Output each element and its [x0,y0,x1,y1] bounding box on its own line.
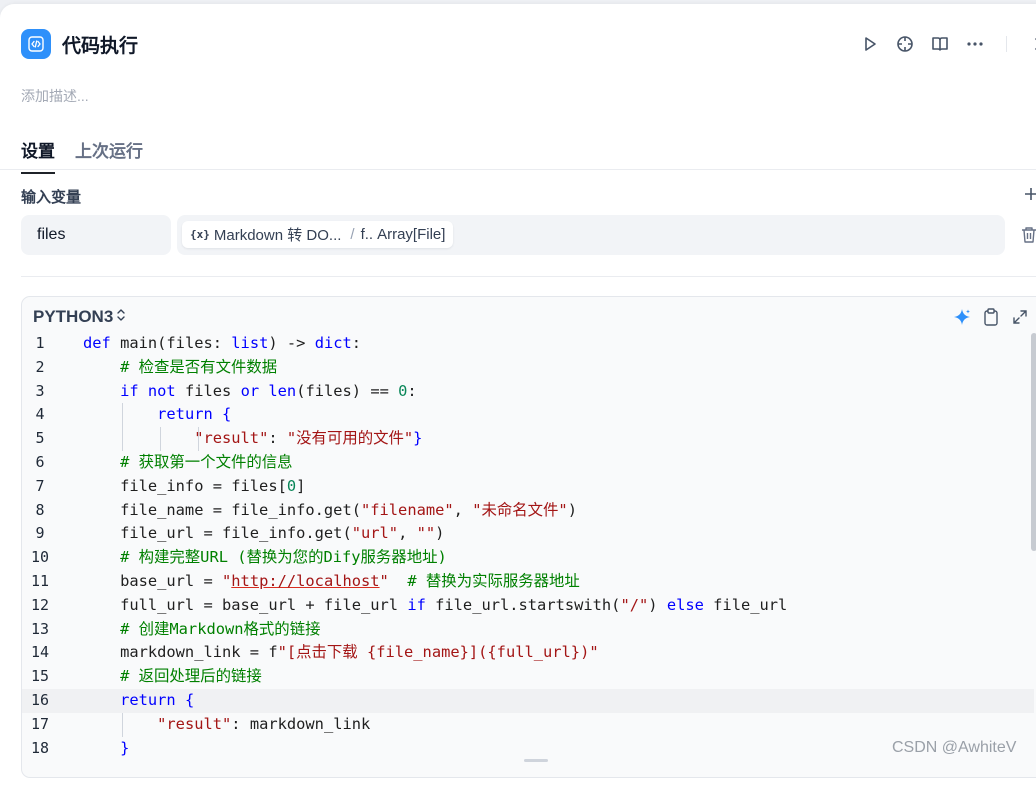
code-text: # 返回处理后的链接 [120,667,262,686]
copy-icon[interactable] [981,307,1001,327]
path-separator: / [350,226,355,243]
panel-header: 代码执行 [21,28,138,60]
code-text: # 检查是否有文件数据 [120,357,278,376]
code-line: 17 "result": markdown_link [22,712,1034,737]
more-icon[interactable] [963,32,987,56]
code-scrollbar[interactable] [1031,333,1036,551]
var-selector[interactable]: {x} Markdown 转 DO... / f.. Array[File] [177,215,1005,255]
code-text: return { [120,690,195,709]
header-actions [858,32,1036,56]
expand-icon[interactable] [1010,307,1030,327]
line-number: 9 [35,524,45,543]
line-number: 1 [35,334,45,352]
code-text: base_url = "http://localhost" # 替换为实际服务器… [83,571,580,590]
line-number: 16 [30,690,50,709]
var-reference-chip: {x} Markdown 转 DO... / f.. Array[File] [182,221,454,248]
line-number: 10 [30,548,50,567]
book-icon[interactable] [928,32,952,56]
crosshair-icon[interactable] [893,32,917,56]
input-vars-label: 输入变量 [21,189,82,206]
code-text: file_name = file_info.get("filename", "未… [83,500,577,519]
code-text: markdown_link = f"[点击下载 {file_name}]({fu… [83,643,599,662]
code-text: def main(files: list) -> dict: [83,334,362,352]
language-selector[interactable]: PYTHON3 [33,307,126,327]
code-line: 7 file_info = files[0] [22,475,1034,499]
watermark: CSDN @AwhiteV [892,739,1017,756]
line-number: 13 [30,619,50,638]
var-ref-name: f.. [360,226,374,243]
code-text: file_info = files[0] [83,476,306,495]
plus-icon[interactable] [1024,185,1036,206]
code-text: # 构建完整URL (替换为您的Dify服务器地址) [120,548,447,567]
code-text: "result": markdown_link [157,714,371,733]
code-line: 13 # 创建Markdown格式的链接 [22,618,1034,642]
code-line: 18 } [22,737,1034,761]
var-name-input[interactable]: files [21,215,171,255]
code-lines[interactable]: 1 def main(files: list) -> dict: 2 # 检查是否… [22,332,1034,760]
header-divider [1006,36,1007,52]
code-line: 12 full_url = base_url + file_url if fil… [22,594,1034,618]
language-label: PYTHON3 [33,307,114,326]
line-number: 18 [30,738,50,757]
code-line: 15 # 返回处理后的链接 [22,665,1034,689]
line-number: 14 [30,643,50,662]
variable-icon: {x} [190,228,210,241]
line-number: 17 [30,714,50,733]
description-input[interactable]: 添加描述... [21,86,89,106]
line-number: 5 [35,429,45,448]
code-line: 6 # 获取第一个文件的信息 [22,451,1034,475]
line-number: 15 [30,667,50,686]
node-title[interactable]: 代码执行 [62,31,138,58]
chevron-up-down-icon [116,307,126,327]
line-number: 7 [35,476,45,495]
line-number: 8 [35,500,45,519]
editor-resize-handle[interactable] [524,759,548,762]
code-text: # 创建Markdown格式的链接 [120,619,321,638]
line-number: 11 [30,571,50,590]
code-icon [21,29,51,59]
sparkle-icon[interactable] [952,307,972,327]
section-divider [21,276,1036,277]
code-text: if not files or len(files) == 0: [120,381,417,400]
line-number: 6 [35,452,45,471]
code-line-active: 16 return { [22,688,1034,713]
code-text: full_url = base_url + file_url if file_u… [83,595,788,614]
tabs-divider [0,169,1036,170]
close-icon[interactable] [1029,32,1036,56]
line-number: 4 [35,405,45,424]
code-line: 3 if not files or len(files) == 0: [22,380,1034,404]
code-line: 5 "result": "没有可用的文件"} [22,427,1034,451]
code-editor[interactable]: PYTHON3 1 def main(files: list) -> dict: … [21,296,1036,778]
code-text: file_url = file_info.get("url", "") [83,524,445,543]
code-toolbar [952,307,1036,327]
code-text: # 获取第一个文件的信息 [120,452,293,471]
code-line: 11 base_url = "http://localhost" # 替换为实际… [22,570,1034,594]
code-text: return { [157,405,232,424]
code-line: 10 # 构建完整URL (替换为您的Dify服务器地址) [22,546,1034,570]
trash-icon[interactable] [1020,226,1036,249]
code-text: } [120,738,130,757]
var-type-label: Array[File] [377,226,446,243]
code-line: 4 return { [22,403,1034,428]
code-line: 8 file_name = file_info.get("filename", … [22,499,1034,523]
code-line: 9 file_url = file_info.get("url", "") [22,522,1034,546]
code-line: 2 # 检查是否有文件数据 [22,356,1034,380]
line-number: 12 [30,595,50,614]
line-number: 2 [35,357,45,376]
play-icon[interactable] [858,32,882,56]
code-line: 14 markdown_link = f"[点击下载 {file_name}](… [22,641,1034,665]
code-text: "result": "没有可用的文件"} [194,429,423,448]
line-number: 3 [35,381,45,400]
source-node-label: Markdown 转 DO... [213,227,342,244]
code-line: 1 def main(files: list) -> dict: [22,332,1034,356]
